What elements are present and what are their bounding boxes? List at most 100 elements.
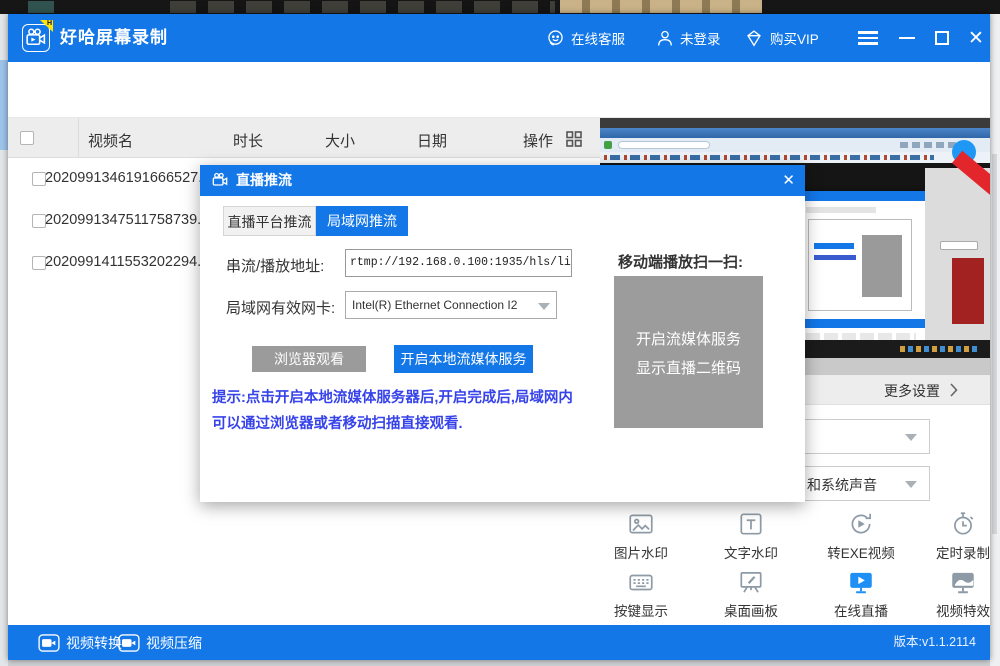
nic-value: Intel(R) Ethernet Connection I2	[352, 298, 517, 312]
desktop-background-top	[0, 0, 1000, 14]
chevron-down-icon	[538, 303, 550, 310]
background-icon-fragment	[28, 1, 54, 13]
feature-timed-record[interactable]: 定时录制	[913, 510, 1000, 562]
browser-view-button[interactable]: 浏览器观看	[252, 346, 366, 372]
start-media-server-button[interactable]: 开启本地流媒体服务器	[394, 345, 533, 373]
feature-label: 桌面画板	[701, 600, 801, 620]
maximize-button[interactable]	[928, 14, 956, 62]
column-header-size[interactable]: 大小	[325, 130, 355, 151]
nic-select[interactable]: Intel(R) Ethernet Connection I2	[345, 291, 557, 319]
tab-lan-stream[interactable]: 局域网推流	[316, 206, 408, 236]
maximize-icon	[935, 31, 949, 45]
column-header-date[interactable]: 日期	[417, 130, 447, 151]
buy-vip-button[interactable]: 购买VIP	[743, 14, 819, 62]
app-logo-icon: H	[22, 24, 50, 52]
video-convert-button[interactable]: 视频转换	[38, 625, 122, 660]
minimize-button[interactable]	[893, 14, 921, 62]
background-text-fragment	[170, 1, 555, 13]
online-service-button[interactable]: 在线客服	[545, 14, 625, 62]
desktop-drawboard-icon	[737, 568, 765, 596]
login-status-label: 未登录	[680, 28, 721, 48]
login-button[interactable]: 未登录	[655, 14, 721, 62]
video-compress-label: 视频压缩	[146, 633, 202, 653]
qr-placeholder: 开启流媒体服务 显示直播二维码	[614, 276, 763, 428]
record-toolbar: 时长: 00:00:00 麦克风: 系统声音:	[8, 62, 990, 118]
column-header-duration[interactable]: 时长	[233, 130, 263, 151]
desktop: H 好哈屏幕录制 在线客服 未登录	[0, 0, 1000, 666]
text-watermark-icon	[737, 510, 765, 538]
bottom-bar: 视频转换 视频压缩 版本:v1.1.2114	[8, 625, 990, 660]
video-compress-button[interactable]: 视频压缩	[118, 625, 202, 660]
timer-record-icon	[949, 510, 977, 538]
grid-view-icon[interactable]	[565, 130, 583, 148]
background-fragment	[992, 154, 997, 534]
column-header-name[interactable]: 视频名	[88, 130, 133, 151]
version-label: 版本:v1.1.2114	[894, 625, 976, 660]
feature-online-live[interactable]: 在线直播	[811, 568, 911, 620]
dialog-close-button[interactable]: ✕	[782, 165, 795, 196]
titlebar: H 好哈屏幕录制 在线客服 未登录	[8, 14, 990, 62]
user-icon	[655, 28, 675, 48]
background-banner-fragment	[560, 0, 762, 13]
video-name: 2020991347511758739....	[45, 212, 213, 228]
feature-exe-video[interactable]: 转EXE视频	[811, 510, 911, 562]
video-effects-icon	[949, 568, 977, 596]
hint-line-1: 提示:点击开启本地流媒体服务器后,开启完成后,局域网内	[212, 386, 592, 407]
app-title: 好哈屏幕录制	[60, 14, 168, 62]
video-name: 2020991346191666527....	[45, 170, 214, 186]
video-convert-label: 视频转换	[66, 633, 122, 653]
video-list-header: 视频名 时长 大小 日期 操作	[8, 118, 600, 158]
row-checkbox[interactable]	[32, 256, 46, 270]
more-settings-button[interactable]: 更多设置	[884, 381, 940, 401]
video-name: 2020991411553202294....	[45, 254, 213, 270]
desktop-background-left	[0, 14, 8, 666]
preview-browser-toolbar	[600, 138, 990, 152]
hamburger-icon	[858, 28, 878, 48]
stream-address-label: 串流/播放地址:	[226, 255, 324, 276]
feature-text-watermark[interactable]: 文字水印	[701, 510, 801, 562]
audio-source-value: 和系统声音	[807, 475, 877, 495]
column-header-action[interactable]: 操作	[523, 130, 553, 151]
nic-label: 局域网有效网卡:	[226, 297, 335, 318]
menu-button[interactable]	[853, 14, 883, 62]
preview-bookmarks-bar	[600, 152, 990, 163]
chevron-down-icon	[905, 434, 917, 441]
exe-video-icon	[847, 510, 875, 538]
hint-line-2: 可以通过浏览器或者移动扫描直接观看.	[212, 412, 592, 433]
video-camera-icon	[38, 634, 60, 652]
minimize-icon	[899, 37, 915, 40]
background-fragment	[0, 60, 8, 150]
tab-platform-stream[interactable]: 直播平台推流	[223, 206, 316, 236]
chevron-down-icon	[905, 481, 917, 488]
feature-desktop-drawboard[interactable]: 桌面画板	[701, 568, 801, 620]
live-stream-dialog: 直播推流 ✕ 直播平台推流 局域网推流 串流/播放地址: rtmp://192.…	[200, 165, 805, 502]
feature-label: 视频特效	[913, 600, 1000, 620]
image-watermark-icon	[627, 510, 655, 538]
feature-label: 文字水印	[701, 542, 801, 562]
buy-vip-label: 购买VIP	[770, 28, 819, 48]
feature-label: 定时录制	[913, 542, 1000, 562]
stream-address-input[interactable]: rtmp://192.168.0.100:1935/hls/liveview	[345, 249, 572, 277]
row-checkbox[interactable]	[32, 172, 46, 186]
dialog-title: 直播推流	[236, 165, 292, 196]
feature-image-watermark[interactable]: 图片水印	[591, 510, 691, 562]
diamond-icon	[743, 27, 765, 49]
select-all-checkbox[interactable]	[20, 131, 34, 145]
feature-video-effects[interactable]: 视频特效	[913, 568, 1000, 620]
video-camera-icon	[118, 634, 140, 652]
close-button[interactable]: ✕	[962, 14, 990, 62]
dialog-header: 直播推流 ✕	[200, 165, 805, 196]
online-service-label: 在线客服	[571, 28, 625, 48]
chevron-right-icon	[950, 383, 958, 397]
feature-label: 转EXE视频	[811, 542, 911, 562]
row-checkbox[interactable]	[32, 214, 46, 228]
feature-label: 图片水印	[591, 542, 691, 562]
feature-label: 按键显示	[591, 600, 691, 620]
preview-browser-titlebar	[600, 128, 990, 138]
desktop-background-bottom	[8, 660, 990, 666]
online-live-icon	[847, 568, 875, 596]
feature-label: 在线直播	[811, 600, 911, 620]
qr-placeholder-line1: 开启流媒体服务	[614, 328, 763, 349]
keystroke-display-icon	[627, 568, 655, 596]
feature-keystroke-display[interactable]: 按键显示	[591, 568, 691, 620]
